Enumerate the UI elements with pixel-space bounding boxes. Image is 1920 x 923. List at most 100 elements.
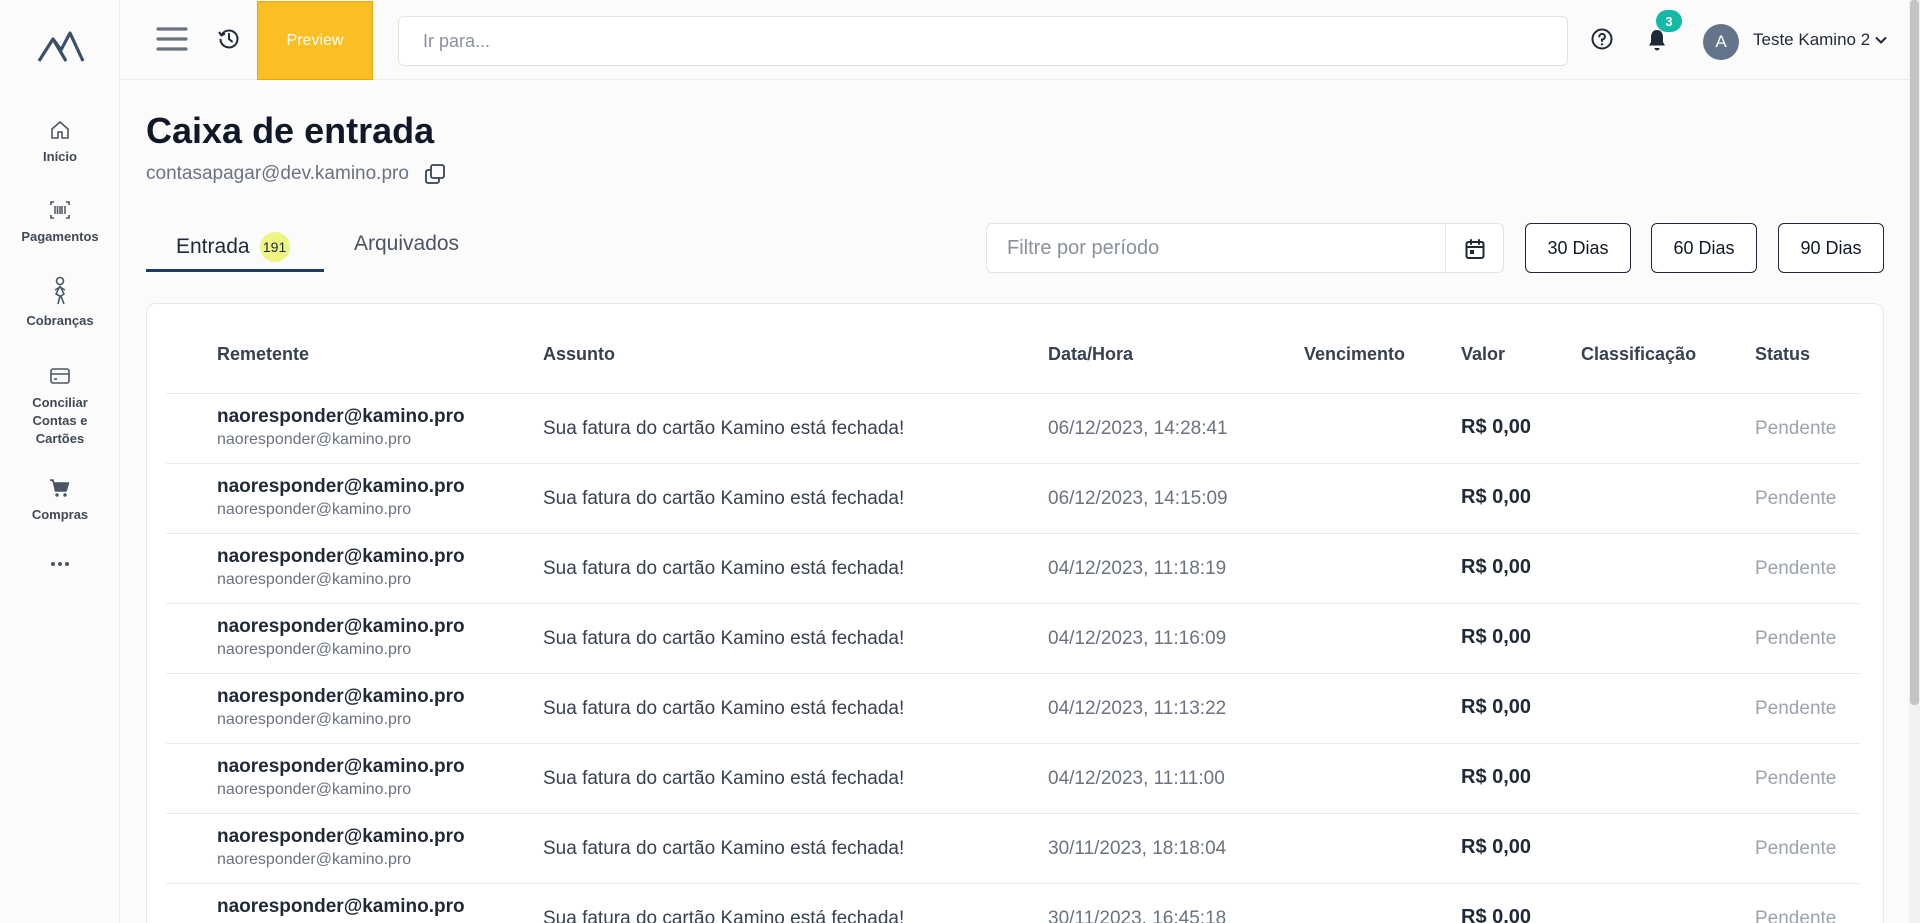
sidebar-item-pagamentos[interactable]: Pagamentos <box>0 198 120 246</box>
sender-name: naoresponder@kamino.pro <box>217 826 465 847</box>
history-icon[interactable] <box>217 27 241 51</box>
column-header-data[interactable]: Data/Hora <box>1048 344 1133 365</box>
sender-name: naoresponder@kamino.pro <box>217 616 465 637</box>
received-date: 06/12/2023, 14:15:09 <box>1048 488 1228 509</box>
preview-button[interactable]: Preview <box>257 1 373 80</box>
received-date: 04/12/2023, 11:11:00 <box>1048 768 1225 789</box>
scrollbar-thumb[interactable] <box>1910 0 1919 705</box>
column-header-classificacao[interactable]: Classificação <box>1581 344 1696 365</box>
inbox-email: contasapagar@dev.kamino.pro <box>146 162 447 186</box>
amount: R$ 0,00 <box>1461 486 1532 508</box>
period-filter <box>986 223 1504 273</box>
amount: R$ 0,00 <box>1461 906 1532 923</box>
amount: R$ 0,00 <box>1461 556 1532 578</box>
sender-email: naoresponder@kamino.pro <box>217 851 412 868</box>
sender-email: naoresponder@kamino.pro <box>217 711 412 728</box>
filter-90-days-button[interactable]: 90 Dias <box>1778 223 1884 273</box>
topbar: Preview 3 A Teste Kamino 2 <box>121 0 1920 80</box>
sidebar-item-inicio[interactable]: Início <box>0 118 120 166</box>
sender-name: naoresponder@kamino.pro <box>217 406 465 427</box>
sidebar-item-cobrancas[interactable]: Cobranças <box>0 276 120 330</box>
barcode-icon <box>50 201 70 219</box>
table-row[interactable]: naoresponder@kamino.pro naoresponder@kam… <box>166 743 1860 813</box>
table-row[interactable]: naoresponder@kamino.pro naoresponder@kam… <box>166 463 1860 533</box>
amount: R$ 0,00 <box>1461 766 1532 788</box>
received-date: 30/11/2023, 18:18:04 <box>1048 838 1227 859</box>
received-date: 04/12/2023, 11:18:19 <box>1048 558 1227 579</box>
column-header-assunto[interactable]: Assunto <box>543 344 615 365</box>
status: Pendente <box>1755 418 1837 439</box>
status: Pendente <box>1755 698 1837 719</box>
sender-name: naoresponder@kamino.pro <box>217 686 465 707</box>
amount: R$ 0,00 <box>1461 696 1532 718</box>
filter-30-days-button[interactable]: 30 Dias <box>1525 223 1631 273</box>
sender-name: naoresponder@kamino.pro <box>217 756 465 777</box>
tab-entrada-label: Entrada <box>176 235 250 258</box>
received-date: 06/12/2023, 14:28:41 <box>1048 418 1228 439</box>
user-menu[interactable]: Teste Kamino 2 <box>1753 28 1888 52</box>
table-row[interactable]: naoresponder@kamino.pro naoresponder@kam… <box>166 813 1860 883</box>
received-date: 30/11/2023, 16:45:18 <box>1048 908 1227 923</box>
search-input[interactable] <box>398 16 1568 66</box>
subject: Sua fatura do cartão Kamino está fechada… <box>543 838 905 859</box>
subject: Sua fatura do cartão Kamino está fechada… <box>543 488 905 509</box>
sidebar-item-label: Cobranças <box>26 313 94 328</box>
cart-icon <box>50 479 70 497</box>
period-filter-input[interactable] <box>987 224 1447 272</box>
status: Pendente <box>1755 908 1837 923</box>
status: Pendente <box>1755 768 1837 789</box>
sidebar-item-conciliar[interactable]: Conciliar Contas e Cartões <box>0 364 120 448</box>
subject: Sua fatura do cartão Kamino está fechada… <box>543 698 905 719</box>
filter-60-days-button[interactable]: 60 Dias <box>1651 223 1757 273</box>
person-walking-icon <box>54 276 66 305</box>
sidebar-item-label: Pagamentos <box>21 229 99 244</box>
table-row[interactable]: naoresponder@kamino.pro naoresponder@kam… <box>166 673 1860 743</box>
avatar[interactable]: A <box>1703 24 1739 60</box>
sidebar-item-compras[interactable]: Compras <box>0 476 120 524</box>
subject: Sua fatura do cartão Kamino está fechada… <box>543 908 905 923</box>
tab-arquivados-label: Arquivados <box>354 232 460 255</box>
status: Pendente <box>1755 558 1837 579</box>
sender-email: naoresponder@kamino.pro <box>217 501 412 518</box>
column-header-remetente[interactable]: Remetente <box>217 344 309 365</box>
table-row[interactable]: naoresponder@kamino.pro naoresponder@kam… <box>166 603 1860 673</box>
sender-name: naoresponder@kamino.pro <box>217 896 465 917</box>
sidebar-item-label: Início <box>43 149 77 164</box>
user-name: Teste Kamino 2 <box>1753 30 1871 49</box>
table-row[interactable]: naoresponder@kamino.pro Sua fatura do ca… <box>166 883 1860 923</box>
copy-icon[interactable] <box>423 162 447 186</box>
amount: R$ 0,00 <box>1461 416 1532 438</box>
sender-name: naoresponder@kamino.pro <box>217 546 465 567</box>
more-options-icon[interactable] <box>48 556 72 572</box>
filter-divider <box>1445 224 1446 272</box>
status: Pendente <box>1755 488 1837 509</box>
sidebar-item-label: Compras <box>31 507 89 522</box>
notification-count-badge: 3 <box>1656 10 1682 32</box>
sender-email: naoresponder@kamino.pro <box>217 571 412 588</box>
kamino-logo-icon[interactable] <box>36 28 86 64</box>
sidebar-item-label: Conciliar Contas e Cartões <box>32 395 88 446</box>
amount: R$ 0,00 <box>1461 626 1532 648</box>
tab-arquivados[interactable]: Arquivados <box>354 232 459 256</box>
inbox-email-text: contasapagar@dev.kamino.pro <box>146 163 409 184</box>
calendar-icon[interactable] <box>1463 237 1487 261</box>
active-tab-indicator <box>146 269 324 272</box>
column-header-vencimento[interactable]: Vencimento <box>1304 344 1405 365</box>
sender-email: naoresponder@kamino.pro <box>217 641 412 658</box>
tab-entrada[interactable]: Entrada 191 <box>176 232 290 262</box>
table-row[interactable]: naoresponder@kamino.pro naoresponder@kam… <box>166 533 1860 603</box>
column-header-valor[interactable]: Valor <box>1461 344 1505 365</box>
subject: Sua fatura do cartão Kamino está fechada… <box>543 558 905 579</box>
sender-email: naoresponder@kamino.pro <box>217 431 412 448</box>
chevron-down-icon <box>1875 36 1887 44</box>
help-icon[interactable] <box>1590 27 1614 51</box>
card-icon <box>50 368 70 384</box>
menu-icon[interactable] <box>156 24 188 54</box>
subject: Sua fatura do cartão Kamino está fechada… <box>543 768 905 789</box>
status: Pendente <box>1755 838 1837 859</box>
page-title: Caixa de entrada <box>146 110 435 151</box>
column-header-status[interactable]: Status <box>1755 344 1810 365</box>
sender-name: naoresponder@kamino.pro <box>217 476 465 497</box>
subject: Sua fatura do cartão Kamino está fechada… <box>543 628 905 649</box>
table-row[interactable]: naoresponder@kamino.pro naoresponder@kam… <box>166 393 1860 463</box>
